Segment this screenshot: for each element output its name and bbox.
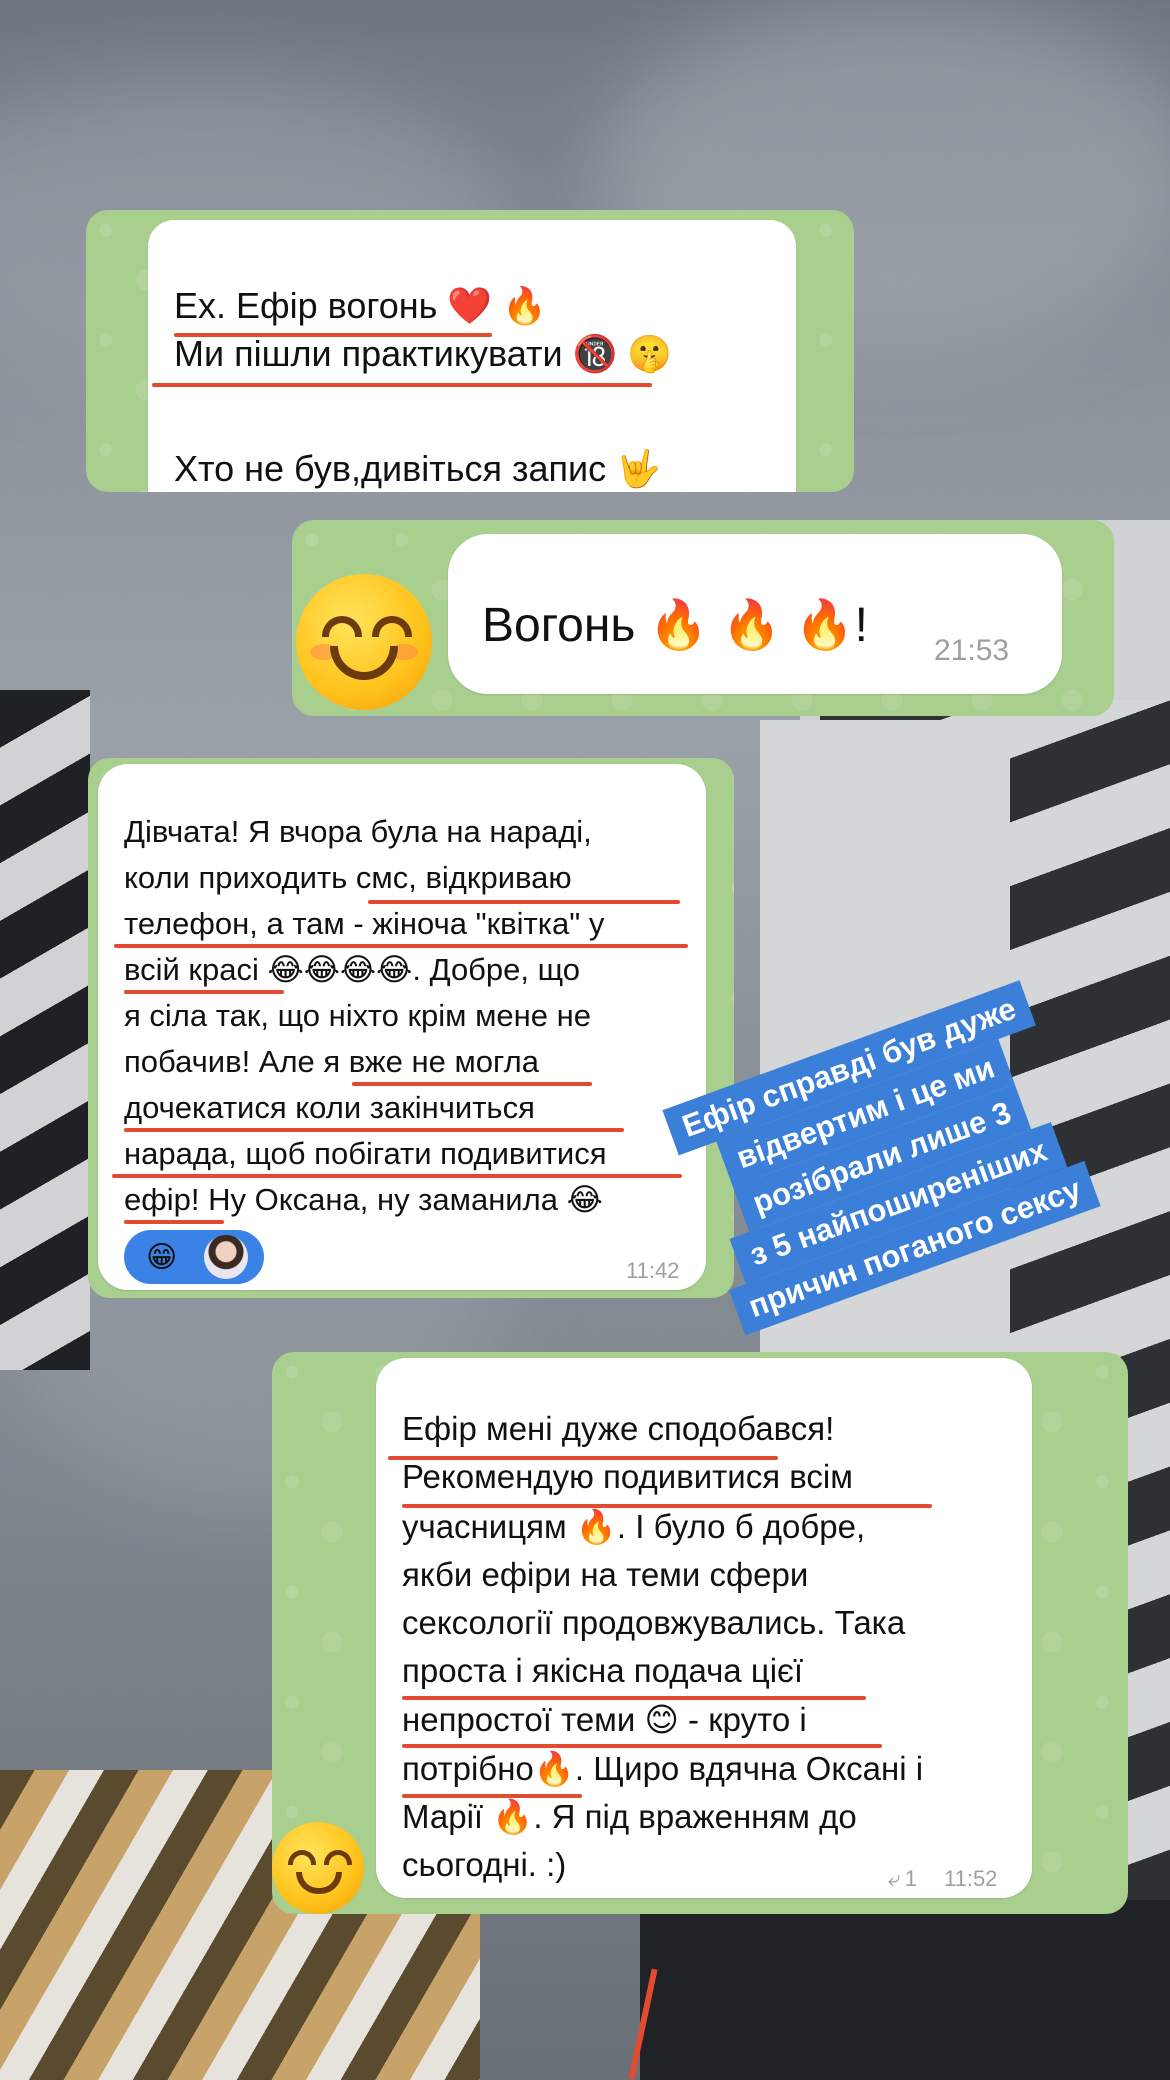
message-time: 21:53 bbox=[934, 634, 1010, 667]
message-line: всій красі 😂😂😂😂. Добре, що bbox=[124, 952, 581, 987]
underline bbox=[368, 900, 680, 904]
message-line: сексології продовжувались. Така bbox=[402, 1604, 906, 1641]
reaction-emoji: 😁 bbox=[146, 1240, 178, 1275]
message-time: 11:52 bbox=[944, 1866, 998, 1891]
message-line: учасницям 🔥. І було б добре, bbox=[402, 1508, 866, 1545]
message-line: ефір! Ну Оксана, ну заманила 😂 bbox=[124, 1182, 603, 1217]
message-line: побачив! Але я вже не могла bbox=[124, 1044, 540, 1079]
message-line: сьогодні. :) bbox=[402, 1846, 567, 1883]
building-bottom-right bbox=[640, 1900, 1170, 2080]
message-bubble-3: Дівчата! Я вчора була на нараді, коли пр… bbox=[98, 764, 706, 1290]
message-bubble-1: Ех. Ефір вогонь ❤️ 🔥 Ми пішли практикува… bbox=[148, 220, 796, 492]
message-card-4: Ефір мені дуже сподобався! Рекомендую по… bbox=[272, 1352, 1128, 1914]
underline bbox=[352, 1082, 592, 1086]
message-line: дочекатися коли закінчиться bbox=[124, 1090, 535, 1125]
message-line: Ех. Ефір вогонь ❤️ 🔥 bbox=[174, 285, 548, 326]
message-bubble-4: Ефір мені дуже сподобався! Рекомендую по… bbox=[376, 1358, 1032, 1898]
underline bbox=[112, 1174, 682, 1178]
message-line: непростої теми 😊 - круто і bbox=[402, 1701, 807, 1738]
message-line: Марії 🔥. Я під враженням до bbox=[402, 1798, 857, 1835]
underline bbox=[124, 1128, 624, 1132]
reaction-pill[interactable]: 😁 bbox=[124, 1230, 264, 1284]
underline bbox=[124, 1220, 224, 1224]
message-card-2: Вогонь 🔥 🔥 🔥! 21:53 bbox=[292, 520, 1114, 716]
reactor-avatar bbox=[204, 1235, 248, 1279]
message-line: якби ефіри на теми сфери bbox=[402, 1556, 809, 1593]
reply-indicator[interactable]: ⤶ 1 bbox=[888, 1866, 917, 1892]
message-line: Ми пішли практикувати 🔞 🤫 bbox=[174, 333, 673, 374]
underline bbox=[124, 990, 284, 994]
message-line: я сіла так, що ніхто крім мене не bbox=[124, 998, 591, 1033]
underline bbox=[114, 944, 688, 948]
message-line: коли приходить смс, відкриваю bbox=[124, 860, 572, 895]
message-card-1: Ех. Ефір вогонь ❤️ 🔥 Ми пішли практикува… bbox=[86, 210, 854, 492]
reply-arrow-icon: ⤶ bbox=[888, 1866, 901, 1891]
smiling-face-avatar bbox=[296, 574, 432, 710]
message-line: нарада, щоб побігати подивитися bbox=[124, 1136, 607, 1171]
message-line: Дівчата! Я вчора була на нараді, bbox=[124, 814, 592, 849]
message-text: Вогонь 🔥 🔥 🔥! bbox=[482, 599, 869, 652]
message-bubble-2: Вогонь 🔥 🔥 🔥! 21:53 bbox=[448, 534, 1062, 694]
message-line: Рекомендую подивитися всім bbox=[402, 1458, 853, 1495]
message-line: телефон, а там - жіноча "квітка" у bbox=[124, 906, 605, 941]
building-left bbox=[0, 690, 90, 1370]
underline bbox=[402, 1744, 882, 1748]
message-line: потрібно🔥. Щиро вдячна Оксані і bbox=[402, 1750, 924, 1787]
smiling-face-avatar bbox=[272, 1822, 364, 1914]
message-line: Ефір мені дуже сподобався! bbox=[402, 1410, 835, 1447]
message-line: проста і якісна подача цієї bbox=[402, 1652, 804, 1689]
reply-count: 1 bbox=[904, 1866, 918, 1891]
underline bbox=[152, 383, 652, 387]
message-line: Хто не був,дивіться запис 🤟 bbox=[174, 448, 661, 489]
